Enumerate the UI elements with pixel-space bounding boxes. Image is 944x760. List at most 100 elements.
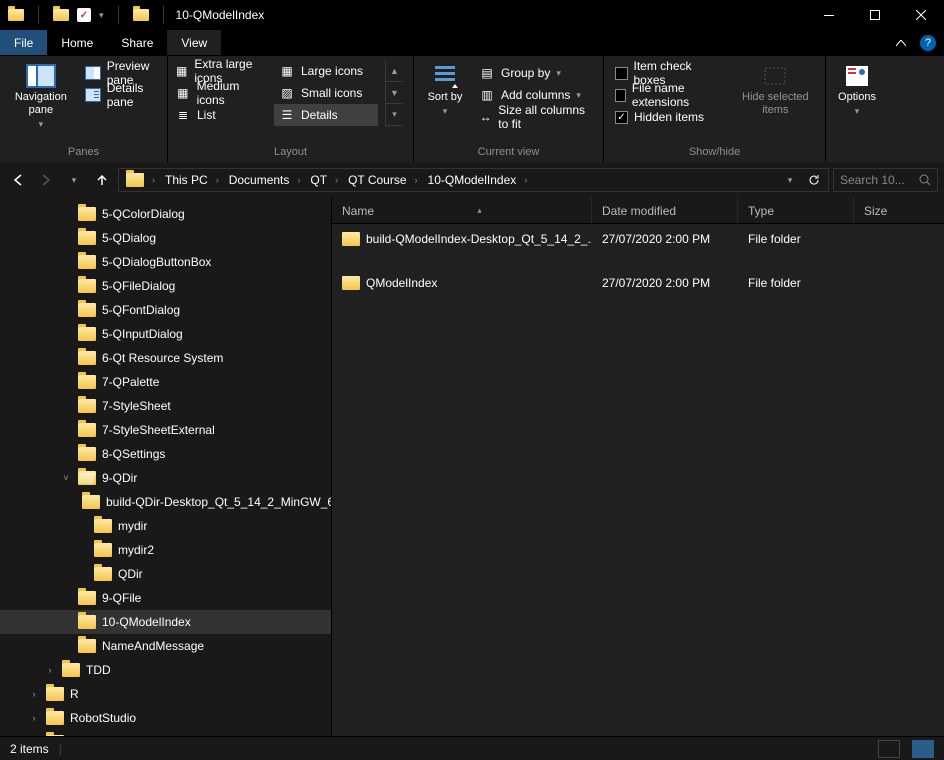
folder-icon (78, 591, 96, 605)
back-button[interactable] (6, 168, 30, 192)
medium-icons-icon: ▦ (175, 86, 191, 100)
breadcrumb-root[interactable]: › (121, 169, 160, 191)
tab-home[interactable]: Home (47, 30, 107, 55)
expand-icon[interactable]: › (28, 689, 40, 699)
tree-item[interactable]: 10-QModelIndex (0, 610, 331, 634)
recent-locations-button[interactable]: ▾ (62, 168, 86, 192)
tree-item[interactable]: 7-StyleSheet (0, 394, 331, 418)
search-input[interactable]: Search 10... (833, 168, 938, 192)
forward-button[interactable] (34, 168, 58, 192)
tree-item[interactable]: 5-QDialogButtonBox (0, 250, 331, 274)
window-title: 10-QModelIndex (176, 8, 265, 22)
large-icons-icon: ▦ (279, 64, 295, 78)
tree-item[interactable]: NameAndMessage (0, 634, 331, 658)
expand-icon[interactable]: › (28, 713, 40, 723)
maximize-button[interactable] (852, 0, 898, 30)
details-pane-button[interactable]: Details pane (80, 84, 161, 106)
view-details-button[interactable] (878, 740, 900, 758)
options-icon (841, 63, 873, 89)
layout-gallery[interactable]: ▦Extra large icons ▦Large icons ▦Medium … (170, 60, 378, 126)
hide-selected-icon (759, 63, 791, 89)
layout-list[interactable]: ≣List (170, 104, 274, 126)
breadcrumb[interactable]: › This PC›Documents›QT›QT Course›10-QMod… (118, 168, 829, 192)
search-icon (919, 174, 931, 186)
tree-item[interactable]: mydir (0, 514, 331, 538)
tab-share[interactable]: Share (107, 30, 167, 55)
sort-by-button[interactable]: Sort by ▾ (420, 60, 470, 117)
layout-large-icons[interactable]: ▦Large icons (274, 60, 378, 82)
layout-scroll-down[interactable]: ▼ (386, 82, 403, 104)
breadcrumb-segment[interactable]: Documents› (224, 173, 306, 187)
tree-item[interactable]: ›RobotStudio (0, 706, 331, 730)
minimize-button[interactable] (806, 0, 852, 30)
refresh-button[interactable] (802, 168, 826, 192)
close-button[interactable] (898, 0, 944, 30)
folder-icon (78, 279, 96, 293)
chevron-right-icon: › (216, 175, 219, 185)
tree-item[interactable]: 5-QDialog (0, 226, 331, 250)
folder-icon (342, 276, 360, 290)
tree-item[interactable]: ›SOLIDWORKS Downloads (0, 730, 331, 736)
tree-item[interactable]: 5-QFileDialog (0, 274, 331, 298)
tree-item[interactable]: ˅9-QDir (0, 466, 331, 490)
folder-icon (78, 639, 96, 653)
tab-file[interactable]: File (0, 30, 47, 55)
hidden-items-toggle[interactable]: Hidden items (610, 106, 728, 128)
hide-selected-items-button[interactable]: Hide selected items (732, 60, 819, 117)
tree-item-label: build-QDir-Desktop_Qt_5_14_2_MinGW_64 (106, 495, 331, 509)
navigation-tree[interactable]: 5-QColorDialog5-QDialog5-QDialogButtonBo… (0, 198, 332, 736)
qat-dropdown-icon[interactable]: ▾ (99, 10, 104, 21)
tab-view[interactable]: View (167, 30, 221, 55)
layout-scroll-up[interactable]: ▲ (386, 60, 403, 82)
breadcrumb-segment[interactable]: This PC› (160, 173, 224, 187)
column-type[interactable]: Type (738, 198, 854, 223)
layout-expand[interactable]: ▾ (386, 104, 403, 126)
breadcrumb-segment[interactable]: 10-QModelIndex› (423, 173, 533, 187)
tree-item[interactable]: 8-QSettings (0, 442, 331, 466)
breadcrumb-segment[interactable]: QT› (305, 173, 343, 187)
tree-item[interactable]: mydir2 (0, 538, 331, 562)
column-name[interactable]: Name▴ (332, 198, 592, 223)
ribbon-group-currentview-label: Current view (414, 146, 603, 162)
details-icon: ☰ (279, 108, 295, 122)
up-button[interactable] (90, 168, 114, 192)
tree-item[interactable]: 5-QInputDialog (0, 322, 331, 346)
tree-item[interactable]: 5-QColorDialog (0, 202, 331, 226)
qat-folder-icon[interactable] (53, 9, 69, 21)
expand-icon[interactable]: ˅ (60, 473, 72, 483)
layout-small-icons[interactable]: ▨Small icons (274, 82, 378, 104)
breadcrumb-dropdown[interactable]: ▾ (778, 168, 802, 192)
tree-item[interactable]: build-QDir-Desktop_Qt_5_14_2_MinGW_64 (0, 490, 331, 514)
layout-medium-icons[interactable]: ▦Medium icons (170, 82, 274, 104)
folder-icon (78, 303, 96, 317)
tree-item[interactable]: ›TDD (0, 658, 331, 682)
navigation-pane-button[interactable]: Navigation pane ▾ (6, 60, 76, 130)
tree-item[interactable]: 6-Qt Resource System (0, 346, 331, 370)
preview-pane-icon (85, 66, 101, 80)
ribbon-collapse-button[interactable] (886, 30, 916, 55)
tree-item[interactable]: 5-QFontDialog (0, 298, 331, 322)
size-all-columns-button[interactable]: ↔Size all columns to fit (474, 106, 597, 128)
view-large-icons-button[interactable] (912, 740, 934, 758)
breadcrumb-segment[interactable]: QT Course› (343, 173, 422, 187)
help-button[interactable]: ? (920, 35, 936, 51)
tree-item[interactable]: ›R (0, 682, 331, 706)
file-row[interactable]: build-QModelIndex-Desktop_Qt_5_14_2_...2… (332, 228, 944, 250)
layout-details[interactable]: ☰Details (274, 104, 378, 126)
column-size[interactable]: Size (854, 198, 944, 223)
group-by-button[interactable]: ▤Group by▾ (474, 62, 597, 84)
tree-item[interactable]: 9-QFile (0, 586, 331, 610)
file-list[interactable]: build-QModelIndex-Desktop_Qt_5_14_2_...2… (332, 224, 944, 736)
options-button[interactable]: Options ▾ (832, 60, 882, 117)
tree-item[interactable]: 7-QPalette (0, 370, 331, 394)
tree-item[interactable]: QDir (0, 562, 331, 586)
file-name-extensions-toggle[interactable]: File name extensions (610, 84, 728, 106)
navigation-pane-label: Navigation pane (10, 91, 72, 117)
file-row[interactable]: QModelIndex27/07/2020 2:00 PMFile folder (332, 272, 944, 294)
column-date[interactable]: Date modified (592, 198, 738, 223)
chevron-down-icon: ▾ (576, 90, 581, 101)
expand-icon[interactable]: › (44, 665, 56, 675)
qat-properties-icon[interactable]: ✓ (77, 8, 91, 22)
tree-item[interactable]: 7-StyleSheetExternal (0, 418, 331, 442)
file-type: File folder (738, 276, 854, 290)
